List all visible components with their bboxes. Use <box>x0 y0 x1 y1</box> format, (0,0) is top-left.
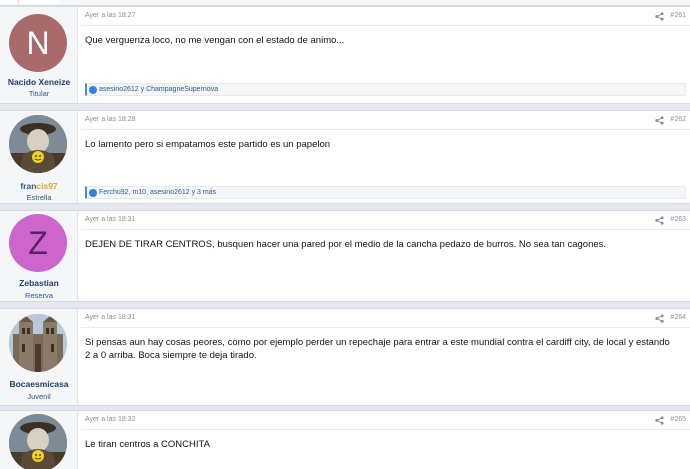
share-icon[interactable] <box>655 116 664 125</box>
post-content: Ayer a las 18:32 #265 Le tiran centros a… <box>78 411 690 469</box>
username-part: cis97 <box>36 181 58 191</box>
username[interactable]: Zebastian <box>0 278 78 288</box>
avatar[interactable] <box>9 314 67 372</box>
user-rank: Estrella <box>26 193 52 202</box>
post-265: Ayer a las 18:32 #265 Le tiran centros a… <box>0 410 690 469</box>
post-timestamp[interactable]: Ayer a las 18:27 <box>85 12 135 19</box>
avatar[interactable] <box>9 414 67 469</box>
user-rank: Juvenil <box>27 392 51 401</box>
avatar-letter: N <box>26 24 50 61</box>
divider <box>81 229 690 230</box>
watchmen-smiley-avatar-icon <box>9 414 67 469</box>
post-number[interactable]: #263 <box>670 216 686 223</box>
username[interactable]: Bocaesmicasa <box>0 379 78 389</box>
likes-bar[interactable]: Ferchu92, m10, asesino2612 y 3 más <box>85 186 686 199</box>
post-content: Ayer a las 18:28 #262 Lo lamento pero si… <box>78 111 690 203</box>
username-part: fran <box>20 181 37 191</box>
post-timestamp[interactable]: Ayer a las 18:28 <box>85 116 135 123</box>
post-content: Ayer a las 18:31 #263 DEJEN DE TIRAR CEN… <box>78 211 690 301</box>
post-content: Ayer a las 18:27 #261 Que verguenza loco… <box>78 7 690 103</box>
user-rank: Titular <box>28 89 50 98</box>
post-message: Lo lamento pero si empatamos este partid… <box>85 139 331 150</box>
post-content: Ayer a las 18:31 #264 Si pensas aun hay … <box>78 309 690 405</box>
divider <box>81 327 690 328</box>
post-user-panel: Bocaesmicasa Juvenil <box>0 309 78 405</box>
post-number[interactable]: #261 <box>670 12 686 19</box>
post-user-panel: Z Zebastian Reserva <box>0 211 78 301</box>
post-262: francis97 Estrella Ayer a las 18:28 #262… <box>0 110 690 204</box>
username[interactable]: Nacido Xeneize <box>0 77 78 87</box>
post-message: Si pensas aun hay cosas peores, como por… <box>85 337 670 361</box>
avatar[interactable] <box>9 115 67 173</box>
post-number[interactable]: #264 <box>670 314 686 321</box>
post-timestamp[interactable]: Ayer a las 18:31 <box>85 314 135 321</box>
post-number[interactable]: #262 <box>670 116 686 123</box>
share-icon[interactable] <box>655 12 664 21</box>
avatar-letter: Z <box>28 224 48 261</box>
likes-bar[interactable]: asesino2612 y ChampagneSupernova <box>85 83 686 96</box>
user-rank: Reserva <box>25 291 53 300</box>
post-message: Le tiran centros a CONCHITA <box>85 439 210 450</box>
like-icon <box>89 86 97 94</box>
share-icon[interactable] <box>655 416 664 425</box>
divider <box>81 129 690 130</box>
avatar[interactable]: N <box>9 14 67 72</box>
avatar[interactable]: Z <box>9 214 67 272</box>
likes-list[interactable]: Ferchu92, m10, asesino2612 y 3 más <box>99 189 216 196</box>
post-number[interactable]: #265 <box>670 416 686 423</box>
post-timestamp[interactable]: Ayer a las 18:31 <box>85 216 135 223</box>
post-timestamp[interactable]: Ayer a las 18:32 <box>85 416 135 423</box>
likes-list[interactable]: asesino2612 y ChampagneSupernova <box>99 86 218 93</box>
building-photo-avatar-icon <box>9 314 67 372</box>
post-264: Bocaesmicasa Juvenil Ayer a las 18:31 #2… <box>0 308 690 406</box>
post-263: Z Zebastian Reserva Ayer a las 18:31 #26… <box>0 210 690 302</box>
share-icon[interactable] <box>655 216 664 225</box>
post-user-panel: francis97 Estrella <box>0 111 78 203</box>
share-icon[interactable] <box>655 314 664 323</box>
username[interactable]: francis97 <box>0 181 78 191</box>
like-icon <box>89 189 97 197</box>
post-message: DEJEN DE TIRAR CENTROS, busquen hacer un… <box>85 239 607 250</box>
divider <box>81 25 690 26</box>
divider <box>81 429 690 430</box>
watchmen-smiley-avatar-icon <box>9 115 67 173</box>
post-message: Que verguenza loco, no me vengan con el … <box>85 35 345 46</box>
post-user-panel: N Nacido Xeneize Titular <box>0 7 78 103</box>
post-user-panel <box>0 411 78 469</box>
tab-hint <box>0 0 60 4</box>
post-261: N Nacido Xeneize Titular Ayer a las 18:2… <box>0 6 690 104</box>
